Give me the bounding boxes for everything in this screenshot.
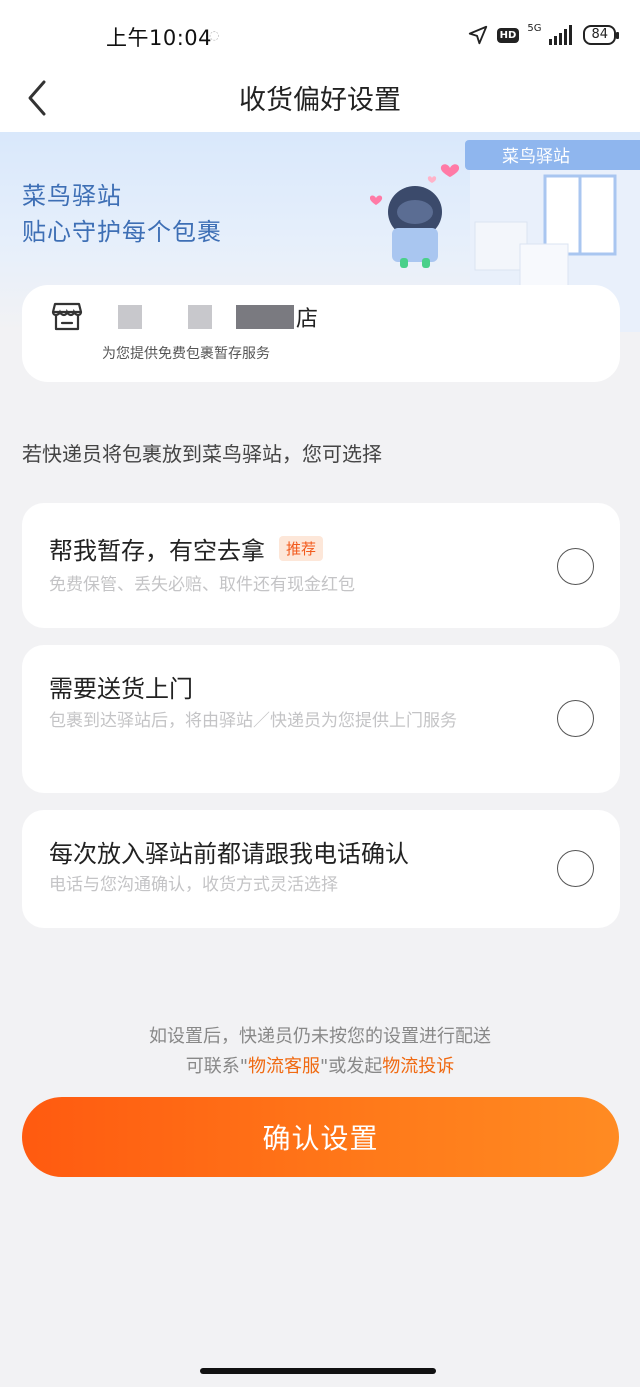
footer-contact-note: 可联系"物流客服"或发起物流投诉 bbox=[0, 1052, 640, 1078]
confirm-settings-button[interactable]: 确认设置 bbox=[22, 1097, 619, 1177]
option-home-delivery[interactable]: 需要送货上门 包裹到达驿站后，将由驿站／快递员为您提供上门服务 bbox=[22, 645, 620, 793]
option-desc: 免费保管、丢失必赔、取件还有现金红包 bbox=[49, 575, 355, 595]
station-name-suffix: 店 bbox=[296, 307, 319, 332]
option-title: 需要送货上门 bbox=[49, 669, 193, 704]
home-indicator bbox=[200, 1368, 436, 1374]
status-time: 上午10:04 bbox=[106, 26, 213, 50]
option-title: 帮我暂存，有空去拿 推荐 bbox=[49, 531, 324, 566]
banner-slogan: 贴心守护每个包裹 bbox=[22, 218, 222, 246]
hd-badge: HD bbox=[496, 27, 520, 43]
option-title-text: 帮我暂存，有空去拿 bbox=[49, 537, 265, 565]
wifi-small-icon: ◌ bbox=[209, 28, 220, 42]
status-bar: 上午10:04 ◌ HD 5G 84 bbox=[0, 0, 640, 70]
network-label: 5G bbox=[527, 23, 542, 34]
options-prompt: 若快递员将包裹放到菜鸟驿站，您可选择 bbox=[22, 442, 382, 466]
station-card: 店 为您提供免费包裹暂存服务 bbox=[22, 285, 620, 382]
option-phone-confirm[interactable]: 每次放入驿站前都请跟我电话确认 电话与您沟通确认，收货方式灵活选择 bbox=[22, 810, 620, 928]
location-arrow-icon bbox=[468, 25, 487, 45]
redacted-block bbox=[236, 305, 294, 329]
station-name: 店 bbox=[118, 303, 319, 332]
option-title-text: 需要送货上门 bbox=[49, 675, 193, 703]
banner-brand: 菜鸟驿站 bbox=[22, 182, 122, 210]
battery-indicator: 84 bbox=[583, 25, 619, 45]
redacted-block bbox=[188, 305, 212, 329]
station-sign-text: 菜鸟驿站 bbox=[502, 147, 570, 167]
footer-note-middle: "或发起 bbox=[320, 1056, 383, 1077]
option-radio[interactable] bbox=[557, 700, 594, 737]
station-subtitle: 为您提供免费包裹暂存服务 bbox=[102, 346, 270, 362]
nav-bar: 收货偏好设置 bbox=[0, 70, 640, 132]
footer-note-prefix: 可联系" bbox=[185, 1056, 248, 1077]
option-desc: 电话与您沟通确认，收货方式灵活选择 bbox=[49, 875, 338, 895]
option-radio[interactable] bbox=[557, 850, 594, 887]
status-icons: HD 5G 84 bbox=[467, 20, 619, 50]
recommended-badge: 推荐 bbox=[279, 536, 324, 561]
option-store-pickup[interactable]: 帮我暂存，有空去拿 推荐 免费保管、丢失必赔、取件还有现金红包 bbox=[22, 503, 620, 628]
option-radio[interactable] bbox=[557, 548, 594, 585]
redacted-block bbox=[118, 305, 142, 329]
option-title: 每次放入驿站前都请跟我电话确认 bbox=[49, 834, 409, 869]
logistics-complaint-link[interactable]: 物流投诉 bbox=[382, 1056, 454, 1077]
option-title-text: 每次放入驿站前都请跟我电话确认 bbox=[49, 840, 409, 868]
option-desc: 包裹到达驿站后，将由驿站／快递员为您提供上门服务 bbox=[49, 711, 457, 731]
store-icon bbox=[51, 302, 83, 331]
page-title: 收货偏好设置 bbox=[239, 85, 401, 116]
signal-icon bbox=[549, 25, 573, 45]
footer-note: 如设置后，快递员仍未按您的设置进行配送 bbox=[149, 1026, 491, 1047]
logistics-service-link[interactable]: 物流客服 bbox=[248, 1056, 320, 1077]
